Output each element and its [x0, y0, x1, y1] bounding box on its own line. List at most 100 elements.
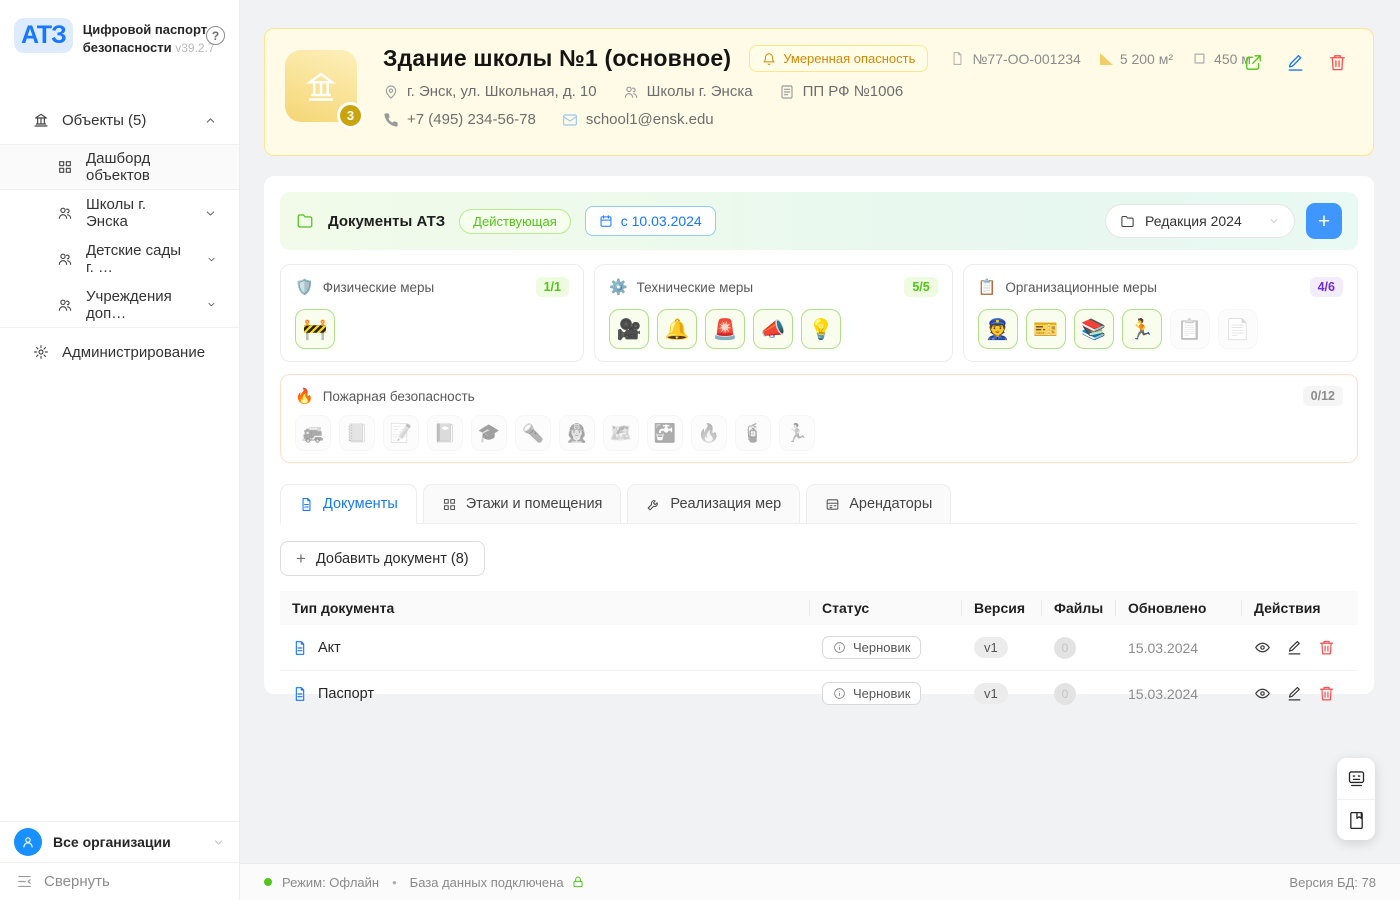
- edit-object-button[interactable]: [1286, 53, 1305, 72]
- fire-item-journal-icon[interactable]: 📔: [427, 415, 463, 451]
- table-header: Тип документа Статус Версия Файлы Обновл…: [280, 591, 1358, 625]
- sidebar-item-administration[interactable]: Администрирование: [0, 328, 239, 376]
- fire-item-extinguisher-icon[interactable]: 🧯: [735, 415, 771, 451]
- organizational-measures-card: 📋 Организационные меры 4/6 👮 🎫 📚 🏃 📋 📄: [963, 264, 1358, 362]
- document-version-cell: v1: [962, 672, 1042, 715]
- edit-pencil-icon[interactable]: [1286, 685, 1303, 702]
- effective-date-badge[interactable]: с 10.03.2024: [585, 206, 716, 236]
- assistant-button[interactable]: [1337, 758, 1375, 799]
- sidebar-item-schools[interactable]: Школы г. Энска: [0, 190, 239, 236]
- files-count-badge: 0: [1054, 637, 1076, 659]
- measure-item-siren-icon[interactable]: 🚨: [705, 309, 745, 349]
- fire-item-notebook-icon[interactable]: 📒: [339, 415, 375, 451]
- object-category: Школы г. Энска: [623, 83, 753, 100]
- measure-item-guard-icon[interactable]: 👮: [978, 309, 1018, 349]
- fire-item-training-icon[interactable]: 🎓: [471, 415, 507, 451]
- open-external-button[interactable]: [1244, 53, 1263, 72]
- team-icon: [57, 205, 73, 221]
- gear-icon: ⚙️: [609, 278, 628, 296]
- fire-item-truck-icon[interactable]: 🚒: [295, 415, 331, 451]
- fire-item-map-icon[interactable]: 🗺️: [603, 415, 639, 451]
- info-circle-icon: [833, 641, 846, 654]
- measure-items: 👮 🎫 📚 🏃 📋 📄: [978, 309, 1343, 349]
- sidebar-item-label: Объекты (5): [62, 112, 146, 129]
- tab-implementation[interactable]: Реализация мер: [627, 484, 800, 524]
- document-type-cell: Паспорт: [280, 675, 810, 713]
- documents-title: Документы АТЗ: [328, 213, 445, 230]
- document-icon: [299, 497, 314, 512]
- measure-item-bell-icon[interactable]: 🔔: [657, 309, 697, 349]
- fire-item-flashlight-icon[interactable]: 🔦: [515, 415, 551, 451]
- sidebar-nav: Объекты (5) Дашборд объектов Школы г. Эн…: [0, 96, 239, 376]
- add-document-button[interactable]: + Добавить документ (8): [280, 541, 485, 576]
- fire-item-hydrant-icon[interactable]: 🚰: [647, 415, 683, 451]
- sidebar-bottom: Все организации Свернуть: [0, 821, 239, 900]
- fire-item-evacuation-icon[interactable]: 🏃: [779, 415, 815, 451]
- sidebar-item-dashboard[interactable]: Дашборд объектов: [0, 144, 239, 190]
- tab-floors[interactable]: Этажи и помещения: [423, 484, 622, 524]
- bank-building-icon: [303, 68, 339, 104]
- sidebar-item-label: Дашборд объектов: [86, 150, 217, 184]
- object-actions: [1244, 53, 1347, 72]
- object-contacts-row: +7 (495) 234-56-78 school1@ensk.edu: [383, 111, 1353, 128]
- document-version-cell: v1: [962, 626, 1042, 669]
- grid-icon: [442, 497, 457, 512]
- fire-item-flame-icon[interactable]: 🔥: [691, 415, 727, 451]
- team-icon: [57, 251, 73, 267]
- organization-selector[interactable]: Все организации: [0, 821, 239, 862]
- plus-icon: +: [296, 550, 306, 567]
- edit-pencil-icon[interactable]: [1286, 639, 1303, 656]
- mode-status: Режим: Офлайн: [282, 875, 379, 890]
- document-status-cell: Черновик: [810, 671, 962, 716]
- view-eye-icon[interactable]: [1254, 685, 1271, 702]
- folder-icon: [296, 212, 314, 230]
- measure-item-clipboard-icon[interactable]: 📋: [1170, 309, 1210, 349]
- measure-item-books-icon[interactable]: 📚: [1074, 309, 1114, 349]
- delete-object-button[interactable]: [1328, 53, 1347, 72]
- card-header: 🛡️ Физические меры 1/1: [295, 277, 569, 297]
- collapse-sidebar-button[interactable]: Свернуть: [0, 862, 239, 900]
- sidebar-item-kindergartens[interactable]: Детские сады г. …: [0, 236, 239, 282]
- main-content: 3 Здание школы №1 (основное) Умеренная о…: [240, 0, 1400, 900]
- external-link-icon: [1244, 53, 1263, 72]
- add-edition-button[interactable]: +: [1306, 203, 1342, 239]
- tab-tenants[interactable]: Арендаторы: [806, 484, 951, 524]
- team-icon: [623, 84, 639, 100]
- measure-item-barrier-icon[interactable]: 🚧: [295, 309, 335, 349]
- wrench-icon: [646, 497, 661, 512]
- fire-item-memo-icon[interactable]: 📝: [383, 415, 419, 451]
- measure-item-camera-icon[interactable]: 🎥: [609, 309, 649, 349]
- measure-item-drill-icon[interactable]: 🏃: [1122, 309, 1162, 349]
- help-icon[interactable]: ?: [206, 26, 225, 45]
- measure-item-document-icon[interactable]: 📄: [1218, 309, 1258, 349]
- view-eye-icon[interactable]: [1254, 639, 1271, 656]
- documents-table: Тип документа Статус Версия Файлы Обновл…: [280, 591, 1358, 717]
- chevron-down-icon: [206, 298, 217, 311]
- edition-select[interactable]: Редакция 2024: [1105, 204, 1295, 238]
- document-updated-cell: 15.03.2024: [1116, 629, 1242, 667]
- trash-icon[interactable]: [1318, 639, 1335, 656]
- online-dot-icon: [264, 878, 272, 886]
- measure-item-pass-icon[interactable]: 🎫: [1026, 309, 1066, 349]
- object-perimeter: 450 м: [1192, 51, 1251, 67]
- measure-item-megaphone-icon[interactable]: 📣: [753, 309, 793, 349]
- trash-icon: [1328, 53, 1347, 72]
- draft-badge: Черновик: [822, 636, 921, 659]
- object-phone: +7 (495) 234-56-78: [383, 111, 536, 128]
- object-info: Здание школы №1 (основное) Умеренная опа…: [383, 45, 1353, 139]
- trash-icon[interactable]: [1318, 685, 1335, 702]
- chevron-down-icon: [1268, 215, 1280, 227]
- file-icon: [950, 51, 965, 66]
- sidebar: АТЗ Цифровой паспорт безопасности v39.2.…: [0, 0, 240, 900]
- document-type-cell: Акт: [280, 629, 810, 667]
- app-logo-block: АТЗ Цифровой паспорт безопасности v39.2.…: [0, 0, 239, 64]
- tab-documents[interactable]: Документы: [280, 484, 417, 524]
- fire-item-firefighter-icon[interactable]: 👩‍🚒: [559, 415, 595, 451]
- col-status: Статус: [810, 591, 962, 625]
- sidebar-item-objects[interactable]: Объекты (5): [0, 96, 239, 144]
- handbook-button[interactable]: [1337, 799, 1375, 840]
- document-files-cell: 0: [1042, 626, 1116, 670]
- document-icon: [292, 640, 308, 656]
- measure-item-bulb-icon[interactable]: 💡: [801, 309, 841, 349]
- sidebar-item-extra-institutions[interactable]: Учреждения доп…: [0, 282, 239, 328]
